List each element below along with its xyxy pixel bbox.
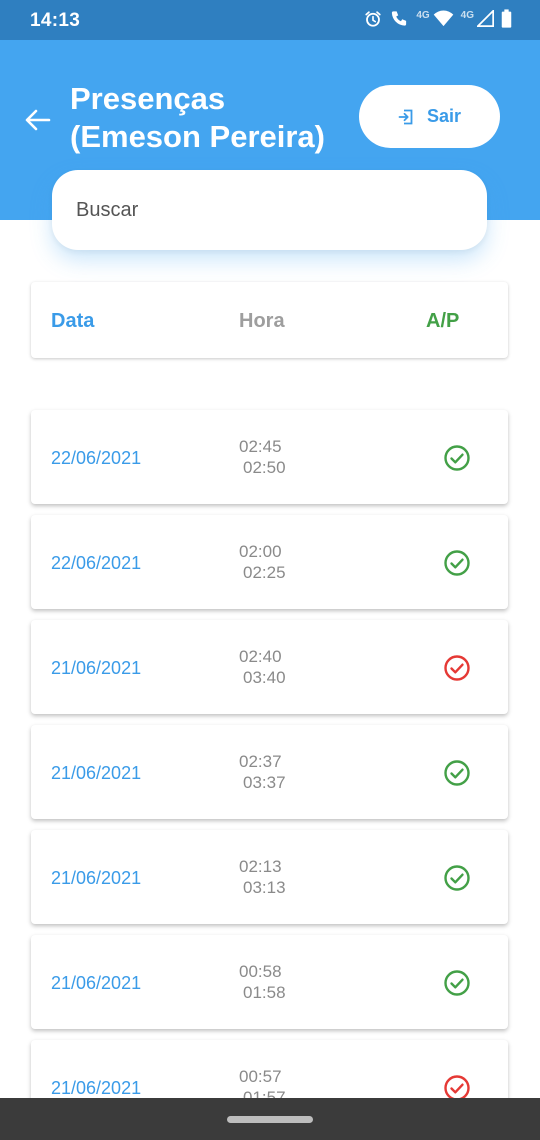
network-label: 4G [416, 10, 430, 21]
table-header: Data Hora A/P [31, 282, 508, 358]
row-date: 22/06/2021 [51, 553, 142, 573]
row-time-end: 02:50 [243, 458, 286, 477]
row-time-start: 02:45 [239, 437, 282, 456]
column-header-ap[interactable]: A/P [426, 310, 459, 333]
logout-label: Sair [426, 106, 462, 126]
page-title-line2: (Emeson Pereira) [70, 119, 325, 154]
status-bar: 14:13 4G 4G [0, 0, 540, 40]
attendance-row[interactable]: 22/06/2021 02:45 02:50 [31, 410, 508, 504]
wifi-icon [433, 10, 453, 27]
row-time-end: 03:13 [243, 878, 286, 897]
row-time-start: 02:40 [239, 647, 282, 666]
alarm-icon [365, 10, 381, 27]
row-time-end: 02:25 [243, 563, 286, 582]
row-time-start: 02:37 [239, 752, 282, 771]
logout-button[interactable]: Sair [359, 85, 500, 148]
row-date: 21/06/2021 [51, 868, 142, 888]
row-date: 21/06/2021 [51, 763, 142, 783]
navigation-bar [0, 1098, 540, 1140]
status-icons: 4G 4G [364, 9, 512, 28]
row-time-start: 00:58 [239, 962, 282, 981]
signal-icon [477, 10, 494, 27]
absent-check-icon [444, 655, 470, 681]
battery-icon [501, 9, 512, 28]
present-check-icon [444, 865, 470, 891]
page-title-line1: Presenças [70, 81, 226, 116]
row-time-end: 03:37 [243, 773, 286, 792]
attendance-row[interactable]: 21/06/2021 00:58 01:58 [31, 935, 508, 1029]
row-date: 22/06/2021 [51, 448, 142, 468]
row-time-end: 03:40 [243, 668, 286, 687]
row-time-start: 02:00 [239, 542, 282, 561]
call-wifi-icon [392, 11, 407, 26]
attendance-row[interactable]: 21/06/2021 02:40 03:40 [31, 620, 508, 714]
column-header-time[interactable]: Hora [239, 310, 285, 333]
attendance-row[interactable]: 22/06/2021 02:00 02:25 [31, 515, 508, 609]
logout-icon [398, 109, 413, 124]
search-input[interactable] [76, 194, 466, 226]
column-header-date[interactable]: Data [51, 310, 94, 333]
arrow-left-icon [25, 109, 51, 131]
search-box [52, 170, 487, 250]
present-check-icon [444, 760, 470, 786]
home-gesture-handle[interactable] [227, 1116, 313, 1123]
row-date: 21/06/2021 [51, 1078, 142, 1098]
present-check-icon [444, 550, 470, 576]
attendance-row[interactable]: 21/06/2021 02:13 03:13 [31, 830, 508, 924]
present-check-icon [444, 970, 470, 996]
present-check-icon [444, 445, 470, 471]
page-title: Presenças (Emeson Pereira) [70, 80, 325, 156]
attendance-row[interactable]: 21/06/2021 02:37 03:37 [31, 725, 508, 819]
status-time: 14:13 [30, 10, 81, 31]
row-date: 21/06/2021 [51, 658, 142, 678]
row-time-start: 02:13 [239, 857, 282, 876]
row-time-end: 01:58 [243, 983, 286, 1002]
network-label-secondary: 4G [460, 10, 474, 21]
row-time-start: 00:57 [239, 1067, 282, 1086]
row-date: 21/06/2021 [51, 973, 142, 993]
back-button[interactable] [20, 102, 56, 138]
